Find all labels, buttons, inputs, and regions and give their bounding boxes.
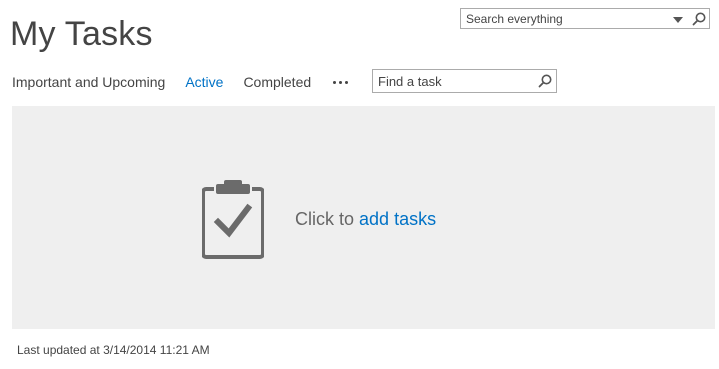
page-title: My Tasks — [10, 15, 153, 53]
page: My Tasks Important and Upcoming Active C… — [0, 0, 719, 369]
dot — [333, 80, 337, 84]
last-updated-text: Last updated at 3/14/2014 11:21 AM — [17, 343, 210, 357]
tab-completed[interactable]: Completed — [243, 74, 311, 90]
empty-state-message: Click to add tasks — [295, 209, 436, 230]
more-options-icon[interactable] — [331, 72, 350, 92]
search-icon[interactable] — [691, 11, 707, 27]
task-tabs: Important and Upcoming Active Completed — [12, 72, 350, 92]
dot — [345, 80, 349, 84]
search-scope-dropdown-icon[interactable] — [671, 13, 685, 25]
empty-state-panel: Click to add tasks — [12, 106, 715, 329]
find-task-box — [372, 69, 557, 93]
global-search-box — [460, 8, 710, 29]
dot — [339, 80, 343, 84]
global-search-input[interactable] — [461, 9, 666, 28]
find-task-input[interactable] — [373, 70, 533, 92]
search-icon[interactable] — [537, 73, 553, 89]
empty-state-prefix: Click to — [295, 209, 355, 229]
tab-active[interactable]: Active — [185, 74, 223, 90]
add-tasks-link[interactable]: add tasks — [359, 209, 436, 229]
tab-important-and-upcoming[interactable]: Important and Upcoming — [12, 74, 165, 90]
clipboard-check-icon — [201, 180, 265, 260]
